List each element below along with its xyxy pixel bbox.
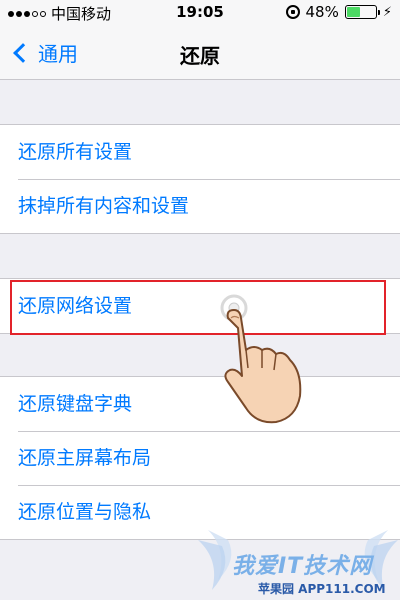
watermark-title: 我爱IT技术网 [232, 554, 373, 579]
page-title: 还原 [180, 44, 220, 68]
reset-home-screen-layout-row[interactable]: 还原主屏幕布局 [0, 431, 400, 485]
rotation-lock-icon [285, 5, 300, 19]
status-right: 48% ⚡ [285, 3, 392, 21]
navigation-bar: 通用 还原 [0, 26, 400, 80]
battery-icon [344, 5, 380, 19]
status-bar: 中国移动 19:05 48% ⚡ [0, 0, 400, 26]
tap-hand-icon [220, 294, 302, 424]
reset-keyboard-dictionary-row[interactable]: 还原键盘字典 [0, 377, 400, 431]
reset-group-3: 还原键盘字典 还原主屏幕布局 还原位置与隐私 [0, 376, 400, 540]
reset-group-1: 还原所有设置 抹掉所有内容和设置 [0, 124, 400, 234]
battery-percent: 48% [305, 3, 339, 21]
highlight-annotation [10, 280, 386, 335]
reset-all-settings-row[interactable]: 还原所有设置 [0, 125, 400, 179]
charging-icon: ⚡ [382, 4, 392, 20]
watermark-subtitle: 苹果园 APP111.COM [258, 582, 386, 596]
erase-all-content-row[interactable]: 抹掉所有内容和设置 [0, 179, 400, 233]
